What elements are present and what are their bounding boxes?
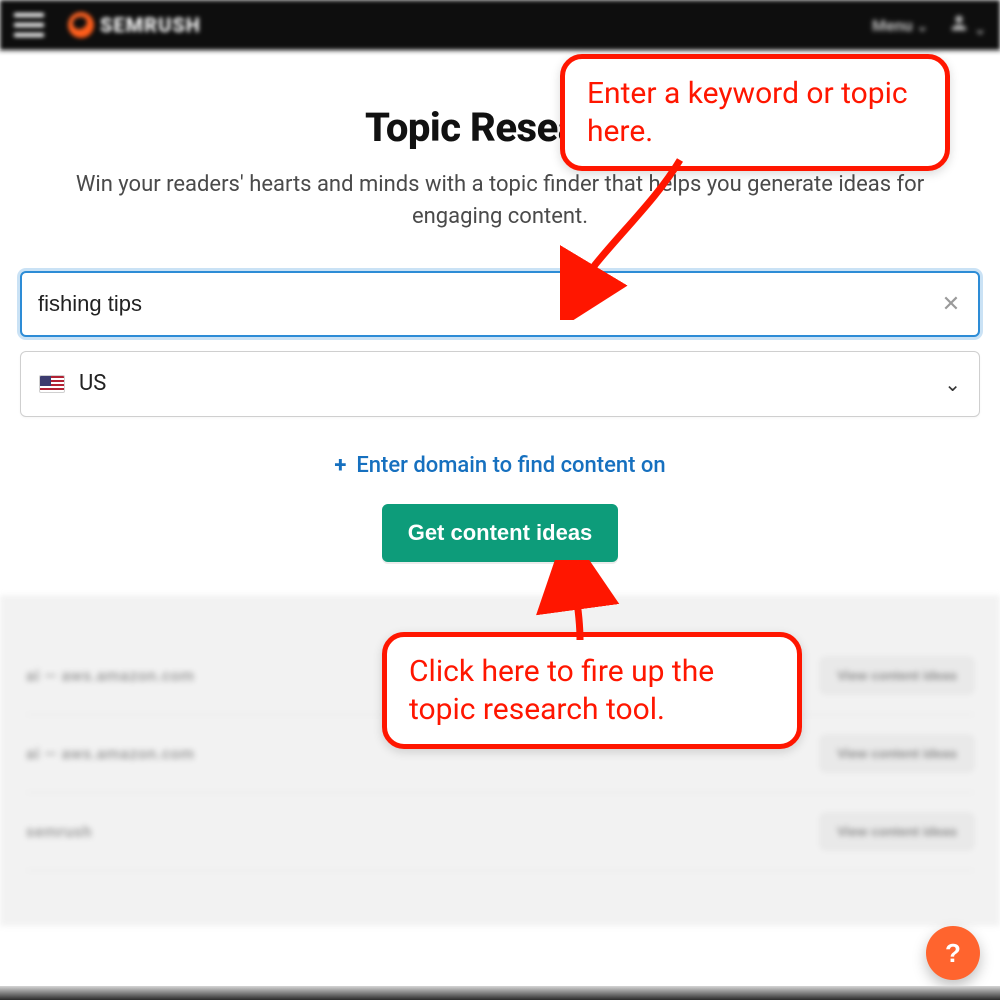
view-content-ideas-button[interactable]: View content ideas [820,813,974,850]
history-item-label: semrush [26,822,92,841]
close-icon: ✕ [942,291,960,317]
help-button[interactable]: ? [926,926,980,980]
brand-logo[interactable]: SEMRUSH [68,12,201,38]
add-domain-link[interactable]: + Enter domain to find content on [20,453,980,478]
plus-icon: + [334,453,346,478]
keyword-field-wrap: ✕ [20,271,980,337]
page-subtitle: Win your readers' hearts and minds with … [20,169,980,233]
country-value: US [79,371,106,396]
brand-label: SEMRUSH [100,13,201,37]
chevron-down-icon: ⌄ [974,22,986,38]
top-bar: SEMRUSH Menu ⌄ ⌄ [0,0,1000,50]
question-icon: ? [945,938,961,969]
us-flag-icon [39,375,65,393]
chevron-down-icon: ⌄ [944,372,961,396]
keyword-input[interactable] [20,271,980,337]
search-form: ✕ US ⌄ + Enter domain to find content on… [20,271,980,562]
view-content-ideas-button[interactable]: View content ideas [820,657,974,694]
user-icon [948,12,970,34]
chevron-down-icon: ⌄ [917,19,929,35]
add-domain-label: Enter domain to find content on [356,453,665,478]
history-row: semrush View content ideas [26,793,974,871]
get-content-ideas-button[interactable]: Get content ideas [382,504,619,562]
annotation-callout-keyword: Enter a keyword or topic here. [560,54,950,171]
view-content-ideas-button[interactable]: View content ideas [820,735,974,772]
history-item-label: ai — aws.amazon.com [26,666,195,685]
bottom-shadow [0,986,1000,1000]
history-item-label: ai — aws.amazon.com [26,744,195,763]
country-select[interactable]: US ⌄ [20,351,980,417]
menu-dropdown[interactable]: Menu ⌄ [872,16,928,35]
topbar-right: Menu ⌄ ⌄ [872,12,986,38]
annotation-callout-cta: Click here to fire up the topic research… [382,632,802,749]
user-menu[interactable]: ⌄ [948,12,986,38]
brand-mark-icon [68,12,94,38]
clear-input-button[interactable]: ✕ [938,291,964,317]
menu-icon[interactable] [14,13,44,37]
